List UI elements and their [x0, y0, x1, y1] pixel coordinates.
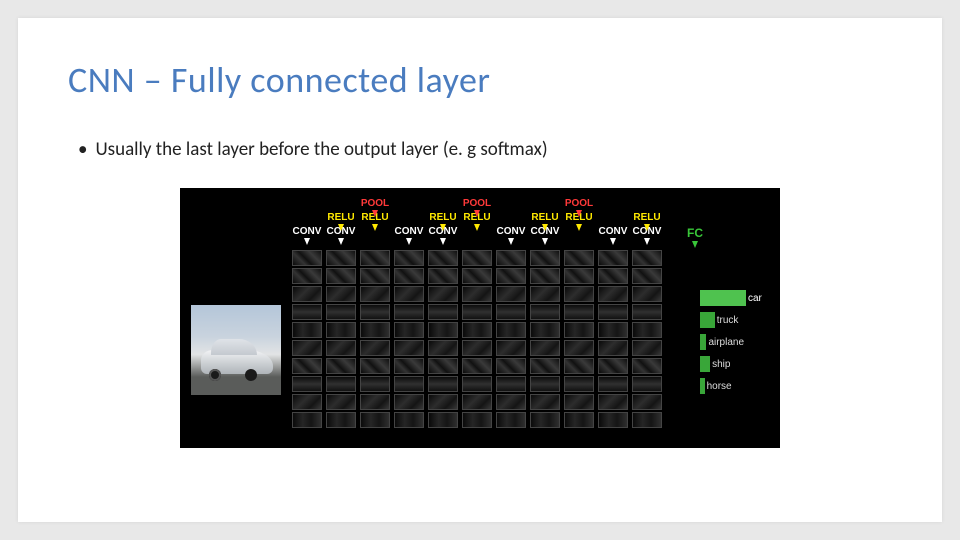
feature-map-column: [428, 250, 458, 428]
relu-label: RELU: [323, 212, 359, 223]
feature-map-column: [462, 250, 492, 428]
conv-label: CONV: [493, 226, 529, 237]
relu-label: RELU: [425, 212, 461, 223]
feature-map-column: [394, 250, 424, 428]
input-image-car: [190, 304, 282, 396]
feature-map-column: [632, 250, 662, 428]
conv-label: CONV: [289, 226, 325, 237]
fc-label: FC: [680, 226, 710, 240]
cnn-diagram: CONVCONVCONVCONVCONVCONVCONVCONVRELURELU…: [180, 188, 780, 448]
feature-map-column: [326, 250, 356, 428]
class-label: airplane: [708, 337, 744, 348]
page-title: CNN – Fully connected layer: [68, 58, 490, 102]
feature-map-column: [496, 250, 526, 428]
class-row: airplane: [700, 332, 770, 352]
pool-label: POOL: [459, 198, 495, 209]
feature-map-column: [530, 250, 560, 428]
bullet-text: Usually the last layer before the output…: [78, 138, 548, 161]
class-row: ship: [700, 354, 770, 374]
feature-map-column: [598, 250, 628, 428]
class-label: car: [748, 293, 762, 304]
feature-map-column: [564, 250, 594, 428]
feature-map-column: [292, 250, 322, 428]
class-probabilities: car truck airplane ship horse: [700, 288, 770, 396]
relu-label: RELU: [629, 212, 665, 223]
conv-label: CONV: [391, 226, 427, 237]
conv-label: CONV: [595, 226, 631, 237]
class-row: horse: [700, 376, 770, 396]
class-label: horse: [707, 381, 732, 392]
class-label: ship: [712, 359, 730, 370]
slide: CNN – Fully connected layer Usually the …: [18, 18, 942, 522]
pool-label: POOL: [357, 198, 393, 209]
class-label: truck: [717, 315, 739, 326]
class-row: truck: [700, 310, 770, 330]
feature-map-column: [360, 250, 390, 428]
pool-label: POOL: [561, 198, 597, 209]
class-row: car: [700, 288, 770, 308]
relu-label: RELU: [527, 212, 563, 223]
